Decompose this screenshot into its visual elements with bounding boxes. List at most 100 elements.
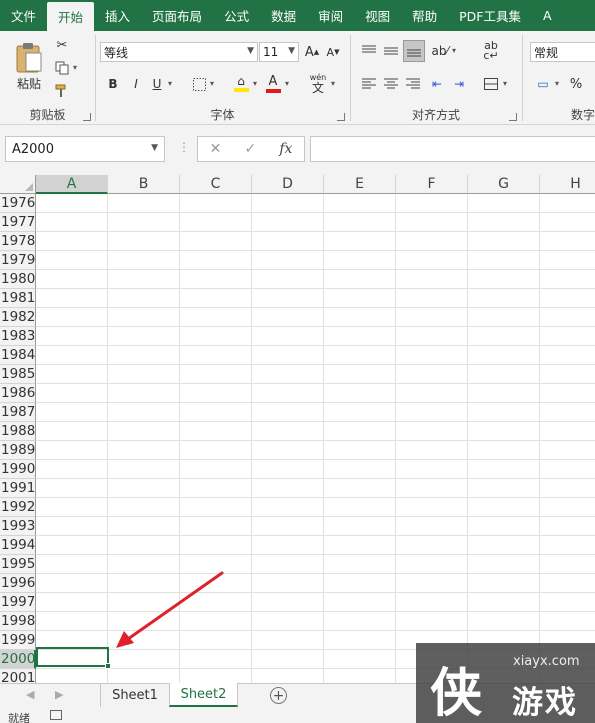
row-header[interactable]: 1976 <box>0 194 36 213</box>
column-header[interactable]: A <box>36 175 108 194</box>
phonetic-dropdown-icon[interactable]: ▾ <box>331 79 335 88</box>
column-header[interactable]: E <box>324 175 396 194</box>
fill-color-dropdown-icon[interactable]: ▾ <box>253 79 257 88</box>
cancel-icon[interactable]: ✕ <box>210 141 222 157</box>
percent-style-button[interactable]: % <box>567 74 585 94</box>
menu-tab[interactable]: PDF工具集 <box>448 0 532 31</box>
menu-tab[interactable]: 开始 <box>47 2 95 31</box>
merge-dropdown-icon[interactable]: ▾ <box>503 79 507 88</box>
row-header[interactable]: 1987 <box>0 403 36 422</box>
menu-tab[interactable]: 公式 <box>213 0 260 31</box>
scroll-left-icon[interactable]: ◀ <box>26 688 34 701</box>
increase-font-size-icon[interactable]: A ▲ <box>303 43 321 61</box>
font-dialog-launcher[interactable] <box>337 113 345 121</box>
sheet-tab[interactable]: Sheet2 <box>169 683 238 707</box>
cut-icon[interactable]: ✂ <box>53 36 71 54</box>
row-header[interactable]: 1993 <box>0 517 36 536</box>
status-ready: 就绪 <box>8 712 30 723</box>
font-color-dropdown-icon[interactable]: ▾ <box>285 79 289 88</box>
scroll-right-icon[interactable]: ▶ <box>55 688 63 701</box>
row-header[interactable]: 1981 <box>0 289 36 308</box>
menu-tab[interactable]: 审阅 <box>307 0 354 31</box>
align-center-icon[interactable] <box>381 74 401 94</box>
orientation-icon[interactable]: ab⁄ <box>429 41 451 61</box>
menu-tab[interactable]: 数据 <box>260 0 307 31</box>
decrease-indent-icon[interactable]: ⇤ <box>427 74 447 94</box>
bold-button[interactable]: B <box>104 74 122 94</box>
row-header[interactable]: 1998 <box>0 612 36 631</box>
accounting-dropdown-icon[interactable]: ▾ <box>555 79 559 88</box>
column-header[interactable]: H <box>540 175 595 194</box>
row-header[interactable]: 2000 <box>0 650 36 669</box>
menu-tab[interactable]: 页面布局 <box>141 0 213 31</box>
format-painter-icon[interactable] <box>53 82 71 100</box>
row-header[interactable]: 1991 <box>0 479 36 498</box>
menu-tab[interactable]: 文件 <box>0 0 47 31</box>
row-header[interactable]: 1990 <box>0 460 36 479</box>
underline-dropdown-icon[interactable]: ▾ <box>168 79 172 88</box>
row-header[interactable]: 1977 <box>0 213 36 232</box>
row-header[interactable]: 1988 <box>0 422 36 441</box>
add-sheet-button[interactable]: + <box>270 687 287 704</box>
fill-color-icon[interactable]: ⌂ <box>232 72 250 94</box>
italic-button[interactable]: I <box>127 74 145 94</box>
menu-tab[interactable]: 插入 <box>94 0 141 31</box>
menu-tab[interactable]: 帮助 <box>401 0 448 31</box>
align-right-icon[interactable] <box>403 74 423 94</box>
font-size-dropdown[interactable]: 11 ▼ <box>259 42 299 62</box>
row-header[interactable]: 1999 <box>0 631 36 650</box>
name-box[interactable]: A2000 ▼ <box>5 136 165 162</box>
column-header[interactable]: G <box>468 175 540 194</box>
insert-function-icon[interactable]: fx <box>279 141 292 157</box>
align-bottom-icon[interactable] <box>403 40 425 62</box>
align-left-icon[interactable] <box>359 74 379 94</box>
row-header[interactable]: 1984 <box>0 346 36 365</box>
align-middle-icon[interactable] <box>381 41 401 61</box>
paste-button[interactable]: 粘贴 <box>10 37 48 95</box>
name-box-value: A2000 <box>12 141 54 157</box>
enter-icon[interactable]: ✓ <box>244 141 256 157</box>
formula-bar-grip-icon[interactable]: ⋮ <box>178 140 190 154</box>
increase-indent-icon[interactable]: ⇥ <box>449 74 469 94</box>
column-header[interactable]: C <box>180 175 252 194</box>
align-top-icon[interactable] <box>359 41 379 61</box>
row-header[interactable]: 1994 <box>0 536 36 555</box>
column-header[interactable]: D <box>252 175 324 194</box>
border-icon[interactable] <box>190 74 208 94</box>
wrap-text-icon[interactable]: ab c↵ <box>481 40 501 61</box>
row-header[interactable]: 1986 <box>0 384 36 403</box>
orientation-dropdown-icon[interactable]: ▾ <box>452 46 456 55</box>
copy-icon[interactable] <box>53 59 71 77</box>
clipboard-dialog-launcher[interactable] <box>83 113 91 121</box>
merge-center-icon[interactable] <box>481 74 501 94</box>
row-header[interactable]: 1992 <box>0 498 36 517</box>
sheet-tab[interactable]: Sheet1 <box>100 683 169 707</box>
number-format-dropdown[interactable]: 常规 <box>530 42 595 62</box>
menu-tab[interactable]: 视图 <box>354 0 401 31</box>
menu-tab[interactable]: A <box>532 0 563 31</box>
font-color-icon[interactable]: A <box>264 72 282 94</box>
decrease-font-size-icon[interactable]: A ▼ <box>324 43 342 61</box>
row-header[interactable]: 1989 <box>0 441 36 460</box>
row-header[interactable]: 1996 <box>0 574 36 593</box>
copy-dropdown-icon[interactable]: ▾ <box>73 63 77 72</box>
row-header[interactable]: 2001 <box>0 669 36 683</box>
formula-input[interactable] <box>310 136 595 162</box>
font-name-dropdown[interactable]: 等线 ▼ <box>100 42 258 62</box>
accounting-format-icon[interactable]: ▭ <box>533 74 553 94</box>
row-header[interactable]: 1983 <box>0 327 36 346</box>
alignment-dialog-launcher[interactable] <box>509 113 517 121</box>
row-header[interactable]: 1997 <box>0 593 36 612</box>
row-header[interactable]: 1979 <box>0 251 36 270</box>
row-header[interactable]: 1980 <box>0 270 36 289</box>
column-header[interactable]: F <box>396 175 468 194</box>
column-header[interactable]: B <box>108 175 180 194</box>
underline-button[interactable]: U <box>148 74 166 94</box>
phonetic-guide-icon[interactable]: wén 文 <box>308 71 328 95</box>
border-dropdown-icon[interactable]: ▾ <box>210 79 214 88</box>
macro-record-icon[interactable] <box>50 710 62 720</box>
row-header[interactable]: 1978 <box>0 232 36 251</box>
row-header[interactable]: 1995 <box>0 555 36 574</box>
row-header[interactable]: 1982 <box>0 308 36 327</box>
row-header[interactable]: 1985 <box>0 365 36 384</box>
